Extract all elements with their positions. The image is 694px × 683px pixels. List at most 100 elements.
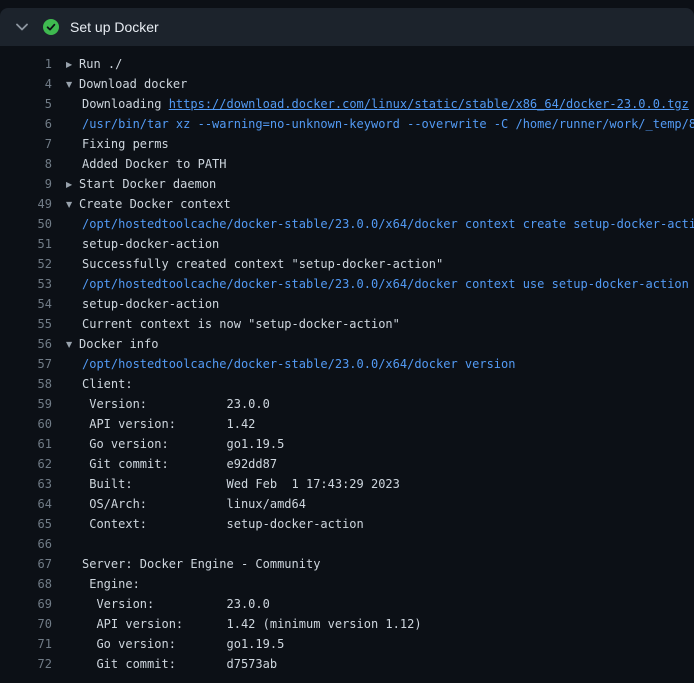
log-line: 66 <box>0 534 694 554</box>
log-line-number[interactable]: 71 <box>0 634 66 654</box>
log-line-number[interactable]: 60 <box>0 414 66 434</box>
log-line: 9▶Start Docker daemon <box>0 174 694 194</box>
log-group-header[interactable]: ▼Create Docker context <box>66 194 694 214</box>
log-group-header[interactable]: ▶Run ./ <box>66 54 694 74</box>
log-line: 58Client: <box>0 374 694 394</box>
log-text: Client: <box>66 374 694 394</box>
log-line-number[interactable]: 63 <box>0 474 66 494</box>
log-text: Go version: go1.19.5 <box>66 634 694 654</box>
chevron-expanded-icon[interactable]: ▼ <box>66 75 79 94</box>
log-text: Server: Docker Engine - Community <box>66 554 694 574</box>
log-group-title: Run ./ <box>79 57 122 71</box>
log-line-number[interactable]: 5 <box>0 94 66 114</box>
log-group-header[interactable]: ▶Start Docker daemon <box>66 174 694 194</box>
log-line-number[interactable]: 58 <box>0 374 66 394</box>
log-line: 49▼Create Docker context <box>0 194 694 214</box>
log-line-number[interactable]: 61 <box>0 434 66 454</box>
log-line-number[interactable]: 67 <box>0 554 66 574</box>
log-text: Git commit: e92dd87 <box>66 454 694 474</box>
log-line: 56▼Docker info <box>0 334 694 354</box>
log-line: 50/opt/hostedtoolcache/docker-stable/23.… <box>0 214 694 234</box>
log-text: Go version: go1.19.5 <box>66 434 694 454</box>
chevron-down-icon[interactable] <box>16 23 30 31</box>
log-line-number[interactable]: 7 <box>0 134 66 154</box>
log-line-number[interactable]: 52 <box>0 254 66 274</box>
log-group-title: Start Docker daemon <box>79 177 216 191</box>
log-line: 53/opt/hostedtoolcache/docker-stable/23.… <box>0 274 694 294</box>
log-text: Fixing perms <box>66 134 694 154</box>
log-line: 7Fixing perms <box>0 134 694 154</box>
log-line-number[interactable]: 6 <box>0 114 66 134</box>
log-line-number[interactable]: 66 <box>0 534 66 554</box>
chevron-expanded-icon[interactable]: ▼ <box>66 335 79 354</box>
log-line: 59 Version: 23.0.0 <box>0 394 694 414</box>
step-title: Set up Docker <box>70 19 159 35</box>
log-line-number[interactable]: 1 <box>0 54 66 74</box>
log-line: 69 Version: 23.0.0 <box>0 594 694 614</box>
log-command-text: /opt/hostedtoolcache/docker-stable/23.0.… <box>66 274 694 294</box>
log-text: Context: setup-docker-action <box>66 514 694 534</box>
log-line: 54setup-docker-action <box>0 294 694 314</box>
log-line: 1▶Run ./ <box>0 54 694 74</box>
log-command-text: /usr/bin/tar xz --warning=no-unknown-key… <box>66 114 694 134</box>
log-line-number[interactable]: 59 <box>0 394 66 414</box>
log-text <box>66 534 694 554</box>
log-line: 4▼Download docker <box>0 74 694 94</box>
log-line-number[interactable]: 56 <box>0 334 66 354</box>
log-line-number[interactable]: 51 <box>0 234 66 254</box>
log-line-number[interactable]: 69 <box>0 594 66 614</box>
download-url-link[interactable]: https://download.docker.com/linux/static… <box>169 97 689 111</box>
log-line-number[interactable]: 9 <box>0 174 66 194</box>
log-line-number[interactable]: 4 <box>0 74 66 94</box>
log-line-number[interactable]: 49 <box>0 194 66 214</box>
log-text: Downloading <box>82 97 169 111</box>
step-header[interactable]: Set up Docker <box>0 8 694 46</box>
log-line-number[interactable]: 72 <box>0 654 66 674</box>
log-command-text: /opt/hostedtoolcache/docker-stable/23.0.… <box>66 354 694 374</box>
log-text: Git commit: d7573ab <box>66 654 694 674</box>
log-line-number[interactable]: 62 <box>0 454 66 474</box>
log-line: 52Successfully created context "setup-do… <box>0 254 694 274</box>
log-line-number[interactable]: 65 <box>0 514 66 534</box>
log-line-number[interactable]: 53 <box>0 274 66 294</box>
log-text: Current context is now "setup-docker-act… <box>66 314 694 334</box>
log-line: 8Added Docker to PATH <box>0 154 694 174</box>
log-line: 6/usr/bin/tar xz --warning=no-unknown-ke… <box>0 114 694 134</box>
success-check-icon <box>43 19 59 35</box>
log-line-number[interactable]: 54 <box>0 294 66 314</box>
log-container: 1▶Run ./4▼Download docker5Downloading ht… <box>0 46 694 674</box>
log-line: 62 Git commit: e92dd87 <box>0 454 694 474</box>
chevron-expanded-icon[interactable]: ▼ <box>66 195 79 214</box>
log-line: 72 Git commit: d7573ab <box>0 654 694 674</box>
log-command-text: /opt/hostedtoolcache/docker-stable/23.0.… <box>66 214 694 234</box>
log-line: 63 Built: Wed Feb 1 17:43:29 2023 <box>0 474 694 494</box>
log-line-number[interactable]: 8 <box>0 154 66 174</box>
chevron-collapsed-icon[interactable]: ▶ <box>66 175 79 194</box>
log-line-number[interactable]: 64 <box>0 494 66 514</box>
log-line: 71 Go version: go1.19.5 <box>0 634 694 654</box>
log-line: 55Current context is now "setup-docker-a… <box>0 314 694 334</box>
chevron-collapsed-icon[interactable]: ▶ <box>66 55 79 74</box>
log-group-header[interactable]: ▼Docker info <box>66 334 694 354</box>
log-text: API version: 1.42 (minimum version 1.12) <box>66 614 694 634</box>
log-text: Downloading https://download.docker.com/… <box>66 94 694 114</box>
log-group-header[interactable]: ▼Download docker <box>66 74 694 94</box>
log-line: 57/opt/hostedtoolcache/docker-stable/23.… <box>0 354 694 374</box>
log-text: API version: 1.42 <box>66 414 694 434</box>
log-line: 70 API version: 1.42 (minimum version 1.… <box>0 614 694 634</box>
log-text: Successfully created context "setup-dock… <box>66 254 694 274</box>
log-line-number[interactable]: 55 <box>0 314 66 334</box>
log-text: setup-docker-action <box>66 294 694 314</box>
log-line-number[interactable]: 70 <box>0 614 66 634</box>
log-line: 61 Go version: go1.19.5 <box>0 434 694 454</box>
log-text: Built: Wed Feb 1 17:43:29 2023 <box>66 474 694 494</box>
log-line-number[interactable]: 68 <box>0 574 66 594</box>
log-text: setup-docker-action <box>66 234 694 254</box>
log-line-number[interactable]: 57 <box>0 354 66 374</box>
log-text: Added Docker to PATH <box>66 154 694 174</box>
log-line: 67Server: Docker Engine - Community <box>0 554 694 574</box>
log-text: Version: 23.0.0 <box>66 594 694 614</box>
log-text: Engine: <box>66 574 694 594</box>
log-line: 65 Context: setup-docker-action <box>0 514 694 534</box>
log-line-number[interactable]: 50 <box>0 214 66 234</box>
